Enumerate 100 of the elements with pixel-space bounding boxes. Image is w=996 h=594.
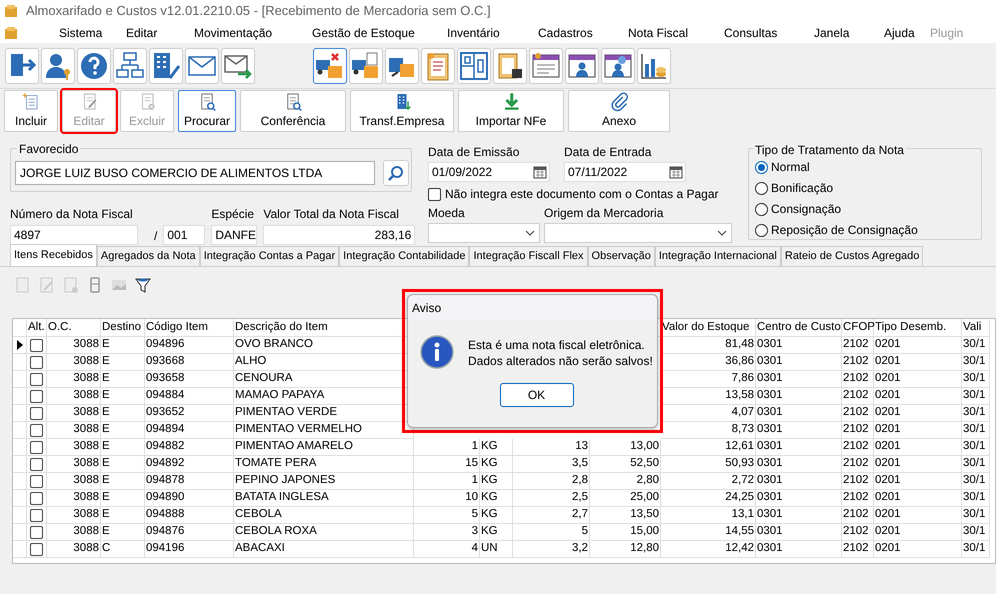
radio-button[interactable]	[755, 224, 768, 236]
calendar-icon	[669, 165, 683, 179]
checkbox[interactable]	[30, 338, 43, 352]
checkbox[interactable]	[30, 508, 43, 522]
checkbox[interactable]	[30, 356, 43, 368]
row-header-cell[interactable]	[13, 524, 27, 541]
row-header-cell[interactable]	[13, 456, 27, 473]
chevron-down-icon	[525, 230, 535, 236]
radio-button[interactable]	[755, 202, 768, 216]
menu-item[interactable]: Editar	[126, 26, 158, 40]
table-cell: E	[101, 354, 145, 371]
toolbar-button[interactable]	[493, 48, 527, 84]
tab[interactable]: Integração Fiscall Flex	[469, 246, 588, 266]
radio-button[interactable]	[755, 182, 768, 194]
column-header: Alt.	[27, 319, 47, 337]
table-cell: 2,7	[513, 507, 590, 524]
toolbar-button[interactable]	[637, 48, 671, 84]
table-cell: E	[101, 507, 145, 524]
row-header-cell[interactable]	[13, 439, 27, 456]
table-cell: 0301	[756, 354, 842, 371]
row-header-cell[interactable]	[13, 422, 27, 439]
table-cell: 30/1	[962, 439, 990, 456]
checkbox[interactable]	[30, 406, 43, 420]
row-header-cell[interactable]	[13, 490, 27, 507]
checkbox[interactable]	[30, 372, 43, 386]
menu-item[interactable]: Janela	[814, 26, 850, 40]
table-cell: 2,8	[513, 473, 590, 490]
table-cell: 30/1	[962, 422, 990, 439]
table-cell: 30/1	[962, 337, 990, 354]
menu-item[interactable]: Sistema	[59, 26, 102, 40]
input-field[interactable]: 4897	[10, 225, 138, 245]
table-cell: 10	[414, 490, 480, 507]
date-field[interactable]: 07/11/2022	[564, 162, 686, 182]
row-header-cell[interactable]	[13, 473, 27, 490]
toolbar-button[interactable]	[601, 48, 635, 84]
row-pointer-icon	[16, 340, 22, 350]
input-field[interactable]: DANFE	[211, 225, 258, 245]
checkbox[interactable]	[30, 526, 43, 538]
toolbar-button[interactable]: Conferência	[240, 90, 346, 132]
checkbox[interactable]	[30, 440, 43, 454]
row-header-cell[interactable]	[13, 371, 27, 388]
menu-item[interactable]: Gestão de Estoque	[312, 26, 415, 40]
toolbar-button[interactable]: Incluir	[4, 90, 58, 132]
menu-item[interactable]: Inventário	[447, 26, 500, 40]
table-cell: 0201	[874, 490, 962, 507]
search-button[interactable]	[383, 160, 409, 186]
toolbar-button[interactable]: Importar NFe	[458, 90, 564, 132]
checkbox[interactable]	[30, 474, 43, 488]
tab[interactable]: Integração Contas a Pagar	[200, 246, 340, 266]
table-cell: E	[101, 388, 145, 405]
window-title: Almoxarifado e Custos v12.01.2210.05 - [Recebimento de Mercadoria sem O.C.]	[26, 2, 491, 20]
row-header-cell[interactable]	[13, 388, 27, 405]
date-field[interactable]: 01/09/2022	[428, 162, 550, 182]
toolbar-button[interactable]	[565, 48, 599, 84]
toolbar-button[interactable]	[221, 48, 255, 84]
dialog-title: Aviso	[412, 300, 442, 317]
radio-button[interactable]	[755, 160, 768, 174]
table-cell: 3088	[47, 371, 101, 388]
table-cell: 3088	[47, 524, 101, 541]
filter-icon	[134, 276, 152, 294]
tab[interactable]: Itens Recebidos	[10, 244, 97, 266]
toolbar-button[interactable]	[529, 48, 563, 84]
menu-item[interactable]: Movimentação	[194, 26, 272, 40]
tab[interactable]: Agregados da Nota	[96, 246, 200, 266]
checkbox[interactable]	[30, 390, 43, 402]
table-cell: 30/1	[962, 371, 990, 388]
table-cell: C	[101, 541, 145, 558]
toolbar-button[interactable]: Transf.Empresa	[350, 90, 454, 132]
checkbox[interactable]	[30, 542, 43, 556]
table-cell: 15	[414, 456, 480, 473]
checkbox[interactable]	[30, 424, 43, 436]
checkbox[interactable]	[30, 458, 43, 470]
table-cell: 093668	[145, 354, 234, 371]
table-cell: 0301	[756, 456, 842, 473]
tab[interactable]: Integração Internacional	[654, 246, 781, 266]
ok-button[interactable]: OK	[500, 383, 574, 407]
tab[interactable]: Rateio de Custos Agregado	[780, 246, 924, 266]
tab[interactable]: Observação	[588, 246, 655, 266]
row-header-cell[interactable]	[13, 354, 27, 371]
toolbar-button[interactable]: Anexo	[568, 90, 670, 132]
row-header-cell[interactable]	[13, 507, 27, 524]
row-header-cell[interactable]	[13, 541, 27, 558]
table-cell: 30/1	[962, 456, 990, 473]
message-text: Dados alterados não serão salvos!	[468, 353, 653, 369]
row-header-cell[interactable]	[13, 405, 27, 422]
field-label: Moeda	[428, 205, 466, 222]
checkbox[interactable]	[30, 492, 43, 504]
row-header-cell[interactable]	[13, 337, 27, 354]
toolbar-button[interactable]: Procurar	[178, 90, 236, 132]
checkbox[interactable]	[428, 188, 441, 200]
table-cell: 5	[513, 524, 590, 541]
menu-item[interactable]: Cadastros	[538, 26, 593, 40]
input-field[interactable]: 283,16	[263, 225, 416, 245]
menu-item[interactable]: Consultas	[724, 26, 778, 40]
menu-item[interactable]: Ajuda	[884, 26, 915, 40]
input-field[interactable]: 001	[163, 225, 206, 245]
menu-item[interactable]: Nota Fiscal	[628, 26, 688, 40]
tab[interactable]: Integração Contabilidade	[339, 246, 470, 266]
input-field[interactable]: JORGE LUIZ BUSO COMERCIO DE ALIMENTOS LTDA	[15, 161, 375, 185]
table-cell: 3088	[47, 439, 101, 456]
